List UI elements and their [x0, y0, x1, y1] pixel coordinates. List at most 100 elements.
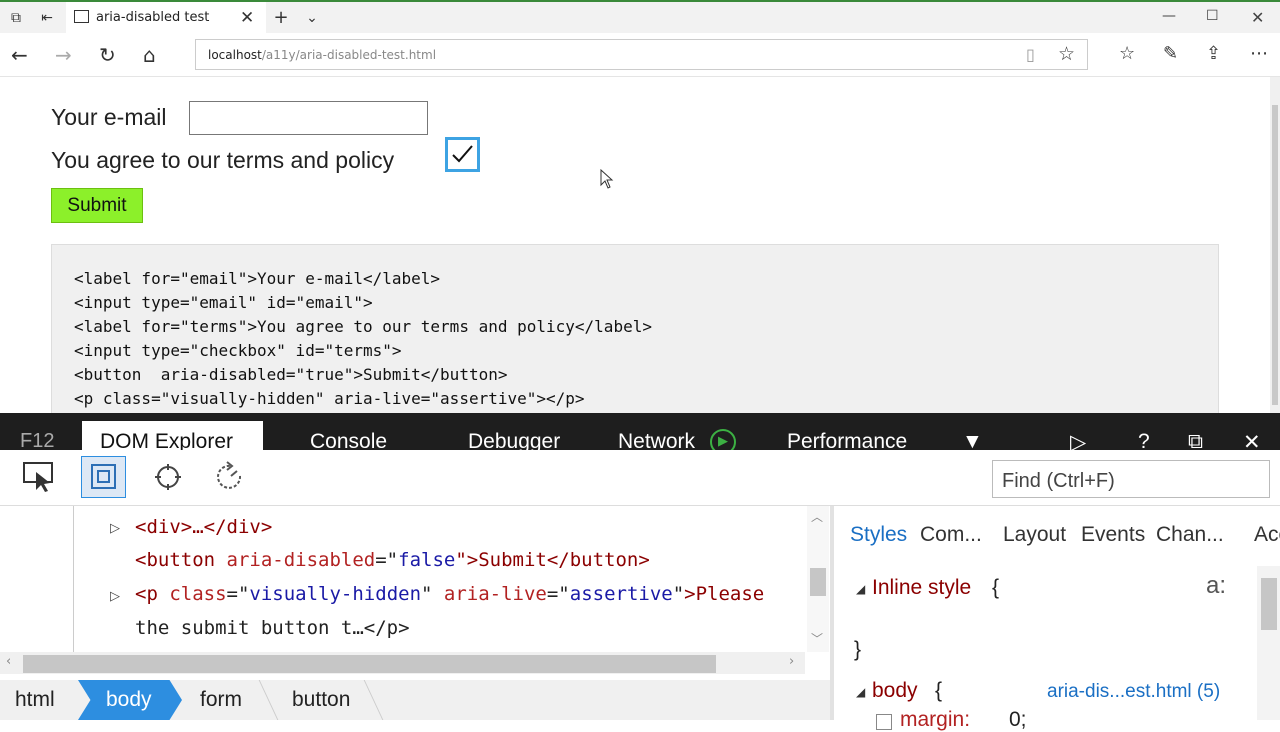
- share-icon[interactable]: ⇪: [1206, 43, 1221, 64]
- home-icon[interactable]: ⌂: [143, 43, 156, 67]
- code-line: <input type="email" id="email">: [74, 293, 373, 312]
- margin-value: 0;: [1009, 708, 1027, 731]
- code-line: <button aria-disabled="true">Submit</but…: [74, 365, 508, 384]
- tab-dom-explorer[interactable]: DOM Explorer: [82, 421, 263, 450]
- tab-title: aria-disabled test: [96, 10, 210, 25]
- reading-view-icon[interactable]: ▯: [1026, 45, 1035, 64]
- undock-icon[interactable]: ⧉: [1188, 430, 1203, 450]
- minimize-icon[interactable]: —: [1162, 8, 1176, 24]
- help-icon[interactable]: ?: [1138, 430, 1150, 450]
- refresh-dom-icon[interactable]: [214, 461, 248, 493]
- brace-open: {: [992, 576, 1000, 599]
- record-play-icon[interactable]: ▶: [710, 429, 736, 450]
- more-tools-icon[interactable]: ▼: [962, 430, 983, 450]
- page-viewport: Your e-mail You agree to our terms and p…: [0, 77, 1270, 413]
- scroll-right-icon[interactable]: ›: [789, 654, 794, 669]
- tab-changes[interactable]: Chan...: [1156, 523, 1224, 547]
- expand-triangle-icon[interactable]: ▷: [110, 589, 120, 604]
- find-input[interactable]: Find (Ctrl+F): [992, 460, 1270, 498]
- source-link[interactable]: aria-dis...est.html (5): [1047, 681, 1220, 703]
- dom-gutter: [73, 506, 74, 652]
- scroll-up-icon[interactable]: ︿: [811, 508, 823, 525]
- favorite-star-icon[interactable]: ☆: [1058, 43, 1075, 65]
- dom-node-button[interactable]: <button aria-disabled="false">Submit</bu…: [135, 549, 650, 571]
- code-line: <label for="terms">You agree to our term…: [74, 317, 652, 336]
- page-icon: [74, 10, 89, 23]
- breadcrumb-body[interactable]: body: [106, 688, 152, 712]
- mouse-cursor-icon: [600, 169, 614, 189]
- code-snippet: <label for="email">Your e-mail</label> <…: [51, 244, 1219, 413]
- tab-events[interactable]: Events: [1081, 523, 1145, 547]
- box-model-icon: [91, 464, 116, 489]
- brace-close: }: [854, 638, 862, 661]
- tab-debugger[interactable]: Debugger: [468, 430, 560, 450]
- collapse-triangle-icon[interactable]: ◢: [856, 685, 865, 699]
- f12-label: F12: [20, 430, 55, 450]
- add-property-icon[interactable]: a:: [1206, 572, 1226, 600]
- dom-toolbar: Find (Ctrl+F): [0, 450, 1280, 506]
- dom-scrollbar-thumb[interactable]: [810, 568, 826, 596]
- scroll-down-icon[interactable]: ﹀: [811, 630, 823, 647]
- code-line: <input type="checkbox" id="terms">: [74, 341, 402, 360]
- inline-style-label: Inline style: [872, 576, 972, 599]
- address-text: localhost/a11y/aria-disabled-test.html: [208, 48, 437, 62]
- color-picker-icon[interactable]: [153, 462, 183, 492]
- tab-computed[interactable]: Com...: [920, 523, 982, 547]
- breadcrumb-form[interactable]: form: [200, 688, 242, 712]
- favorites-hub-icon[interactable]: ☆: [1119, 43, 1135, 64]
- styles-scrollbar-thumb[interactable]: [1261, 578, 1277, 630]
- highlight-elements-button[interactable]: [81, 456, 126, 498]
- refresh-icon[interactable]: ↻: [99, 43, 116, 67]
- dom-hscroll-thumb[interactable]: [23, 655, 716, 673]
- breadcrumb-separator: [245, 680, 279, 720]
- browser-tab[interactable]: aria-disabled test ✕: [66, 2, 266, 35]
- expand-triangle-icon[interactable]: ▷: [110, 521, 120, 536]
- navigation-bar: ← → ↻ ⌂ localhost/a11y/aria-disabled-tes…: [0, 33, 1280, 77]
- chevron-down-icon[interactable]: ⌄: [303, 9, 321, 27]
- close-devtools-icon[interactable]: ✕: [1243, 430, 1261, 450]
- close-window-icon[interactable]: ✕: [1251, 8, 1264, 27]
- select-element-icon[interactable]: [22, 460, 58, 494]
- breadcrumb-html[interactable]: html: [15, 688, 55, 712]
- browser-titlebar: ⧉ ⇤ aria-disabled test ✕ + ⌄ — ☐ ✕: [0, 0, 1280, 35]
- tab-accessibility[interactable]: Acce: [1254, 523, 1280, 547]
- email-field[interactable]: [189, 101, 428, 135]
- breadcrumb-button[interactable]: button: [292, 688, 350, 712]
- code-line: <p class="visually-hidden" aria-live="as…: [74, 389, 585, 408]
- set-aside-tabs-icon[interactable]: ⇤: [38, 9, 56, 27]
- body-selector: body: [872, 679, 918, 702]
- dom-node-div[interactable]: <div>…</div>: [135, 516, 272, 538]
- margin-property: margin:: [900, 708, 971, 731]
- property-checkbox[interactable]: [876, 714, 892, 730]
- new-tab-icon[interactable]: +: [272, 9, 290, 27]
- maximize-icon[interactable]: ☐: [1206, 8, 1219, 24]
- email-label: Your e-mail: [51, 104, 167, 130]
- forward-icon[interactable]: →: [55, 43, 72, 67]
- devtools-tabbar: F12 DOM Explorer Console Debugger Networ…: [0, 413, 1280, 450]
- scroll-left-icon[interactable]: ‹: [6, 654, 11, 669]
- tab-network[interactable]: Network: [618, 430, 695, 450]
- submit-button[interactable]: Submit: [51, 188, 143, 223]
- more-icon[interactable]: ⋯: [1250, 43, 1268, 64]
- web-note-icon[interactable]: ✎: [1163, 43, 1178, 64]
- terms-checkbox[interactable]: [445, 137, 480, 172]
- code-line: <label for="email">Your e-mail</label>: [74, 269, 441, 288]
- breadcrumb: html body form button: [0, 680, 830, 720]
- console-toggle-icon[interactable]: ▷: [1070, 430, 1086, 450]
- collapse-triangle-icon[interactable]: ◢: [856, 582, 865, 596]
- tab-styles[interactable]: Styles: [850, 523, 907, 547]
- tab-layout[interactable]: Layout: [1003, 523, 1066, 547]
- dom-node-p-continued: the submit button t…</p>: [135, 617, 410, 639]
- styles-pane: Styles Com... Layout Events Chan... Acce…: [834, 506, 1280, 731]
- tab-preview-icon[interactable]: ⧉: [7, 9, 25, 27]
- tab-console[interactable]: Console: [310, 430, 387, 450]
- back-icon[interactable]: ←: [11, 43, 28, 67]
- page-scrollbar-thumb[interactable]: [1272, 105, 1278, 405]
- close-tab-icon[interactable]: ✕: [240, 8, 254, 28]
- brace-open: {: [935, 679, 943, 702]
- tab-performance[interactable]: Performance: [787, 430, 907, 450]
- dom-node-p[interactable]: <p class="visually-hidden" aria-live="as…: [135, 583, 807, 605]
- breadcrumb-separator: [350, 680, 384, 720]
- address-bar[interactable]: localhost/a11y/aria-disabled-test.html ▯…: [195, 39, 1088, 70]
- checkmark-icon: [452, 145, 473, 163]
